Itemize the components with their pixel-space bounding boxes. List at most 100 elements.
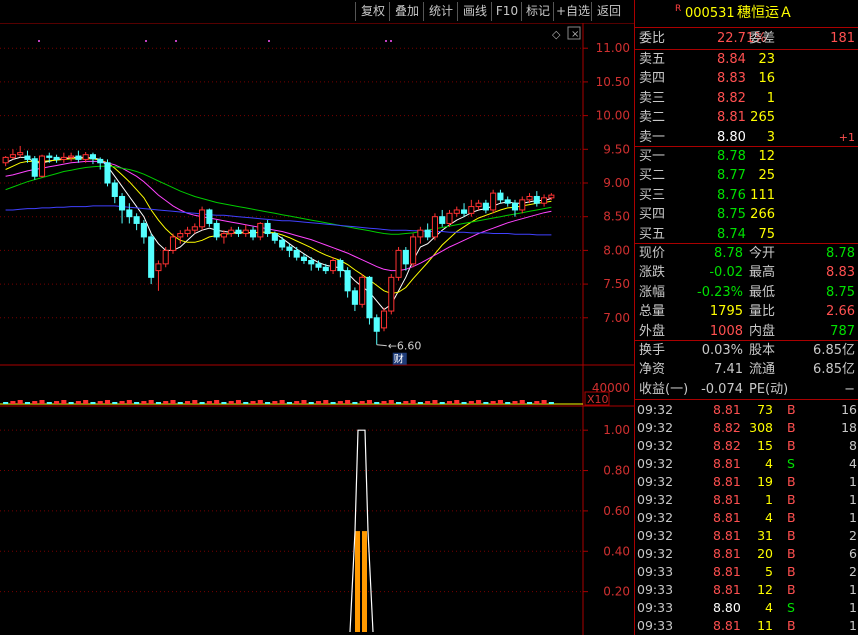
order-diff-label: 委差 — [749, 31, 776, 46]
candle[interactable] — [169, 233, 177, 254]
candle[interactable] — [504, 196, 511, 207]
candle[interactable] — [490, 189, 497, 214]
volume-bar — [374, 402, 380, 404]
tick-row[interactable]: 09:32 8.82 308 B 18 — [635, 419, 858, 437]
toolbar-button-7[interactable]: 返回 — [591, 2, 626, 21]
tick-row[interactable]: 09:33 8.81 12 B 1 — [635, 581, 858, 599]
candle[interactable] — [184, 226, 191, 237]
candle[interactable] — [126, 203, 133, 224]
tick-row[interactable]: 09:32 8.81 4 B 1 — [635, 509, 858, 527]
tick-row[interactable]: 09:32 8.81 31 B 2 — [635, 527, 858, 545]
candle[interactable] — [286, 243, 293, 258]
candle[interactable] — [155, 260, 162, 291]
candle[interactable] — [344, 267, 351, 298]
candle[interactable] — [366, 276, 373, 325]
candle[interactable] — [75, 150, 82, 163]
candle[interactable] — [53, 154, 60, 163]
candle[interactable] — [446, 209, 453, 227]
candle[interactable] — [89, 152, 97, 165]
candle[interactable] — [68, 152, 75, 162]
tick-row[interactable]: 09:32 8.81 20 B 6 — [635, 545, 858, 563]
toolbar-button-5[interactable]: 标记 — [521, 2, 554, 21]
tick-row[interactable]: 09:32 8.81 1 B 1 — [635, 491, 858, 509]
tick-row[interactable]: 09:32 8.81 73 B 16 — [635, 401, 858, 419]
candle[interactable] — [133, 213, 140, 231]
candle[interactable] — [17, 145, 24, 158]
candle[interactable] — [417, 226, 424, 244]
candle[interactable] — [228, 226, 235, 237]
toolbar-button-2[interactable]: 统计 — [423, 2, 458, 21]
candle[interactable] — [337, 258, 344, 278]
candle[interactable] — [330, 257, 337, 274]
toolbar-button-1[interactable]: 叠加 — [389, 2, 424, 21]
tick-row[interactable]: 09:33 8.80 4 S 1 — [635, 599, 858, 617]
tick-row[interactable]: 09:32 8.82 15 B 8 — [635, 437, 858, 455]
candle[interactable] — [2, 156, 9, 167]
candle[interactable] — [177, 230, 184, 244]
candle[interactable] — [475, 199, 482, 210]
volume-bar — [46, 402, 52, 404]
candle[interactable] — [541, 194, 548, 207]
candle[interactable] — [271, 231, 278, 244]
candle[interactable] — [97, 157, 104, 170]
sell-row: 卖二 8.81 265 — [635, 108, 858, 127]
candle[interactable] — [482, 199, 489, 214]
candle[interactable] — [162, 247, 169, 268]
quote-value: 8.83 — [826, 265, 855, 281]
candle[interactable] — [279, 236, 286, 251]
candle[interactable] — [373, 314, 380, 345]
toolbar-button-3[interactable]: 画线 — [457, 2, 492, 21]
candle[interactable] — [395, 247, 402, 281]
candle[interactable] — [242, 224, 249, 237]
candle[interactable] — [424, 223, 431, 241]
candle[interactable] — [497, 189, 504, 204]
tick-time: 09:32 — [637, 438, 674, 453]
candle[interactable] — [213, 220, 220, 241]
candle[interactable] — [519, 196, 526, 214]
kline-chart-area[interactable]: ◇ × 11.0010.5010.009.509.008.508.007.507.… — [0, 0, 634, 635]
candle[interactable] — [9, 149, 16, 160]
tick-row[interactable]: 09:33 8.81 11 B 1 — [635, 617, 858, 635]
tick-row[interactable]: 09:32 8.81 19 B 1 — [635, 473, 858, 491]
candle[interactable] — [191, 223, 198, 234]
candle[interactable] — [439, 209, 446, 227]
candle[interactable] — [410, 233, 417, 268]
candle[interactable] — [388, 273, 395, 315]
diamond-icon[interactable]: ◇ — [552, 28, 561, 41]
candle[interactable] — [460, 203, 468, 217]
volume-bar — [10, 401, 16, 404]
candle[interactable] — [351, 287, 358, 312]
tick-volume: 20 — [757, 546, 773, 561]
finance-value: 6.85亿 — [813, 343, 855, 358]
candle[interactable] — [293, 247, 300, 261]
candle[interactable] — [119, 193, 126, 224]
tick-row[interactable]: 09:33 8.81 5 B 2 — [635, 563, 858, 581]
candle[interactable] — [140, 220, 147, 244]
toolbar-button-4[interactable]: F10 — [491, 2, 522, 21]
candle[interactable] — [220, 230, 227, 244]
candle[interactable] — [31, 156, 38, 180]
candle[interactable] — [533, 191, 540, 207]
candlesticks[interactable] — [2, 145, 555, 345]
tick-side: B — [787, 420, 796, 435]
finance-value: 0.03% — [701, 343, 743, 358]
toolbar-button-6[interactable]: +自选 — [553, 2, 592, 21]
candle[interactable] — [257, 222, 264, 241]
candle[interactable] — [380, 307, 388, 332]
candle[interactable] — [60, 152, 67, 163]
candle[interactable] — [431, 213, 438, 241]
candle[interactable] — [148, 233, 155, 285]
candle[interactable] — [38, 154, 46, 178]
candle[interactable] — [264, 220, 271, 237]
candle[interactable] — [235, 226, 242, 237]
tick-row[interactable]: 09:32 8.81 4 S 4 — [635, 455, 858, 473]
toolbar-button-0[interactable]: 复权 — [355, 2, 390, 21]
candle[interactable] — [249, 226, 257, 241]
candle[interactable] — [402, 247, 409, 271]
candle[interactable] — [359, 273, 366, 308]
candle[interactable] — [199, 206, 206, 231]
candle[interactable] — [104, 159, 111, 187]
candle[interactable] — [453, 206, 460, 217]
candle[interactable] — [111, 179, 118, 204]
candle[interactable] — [206, 208, 213, 227]
